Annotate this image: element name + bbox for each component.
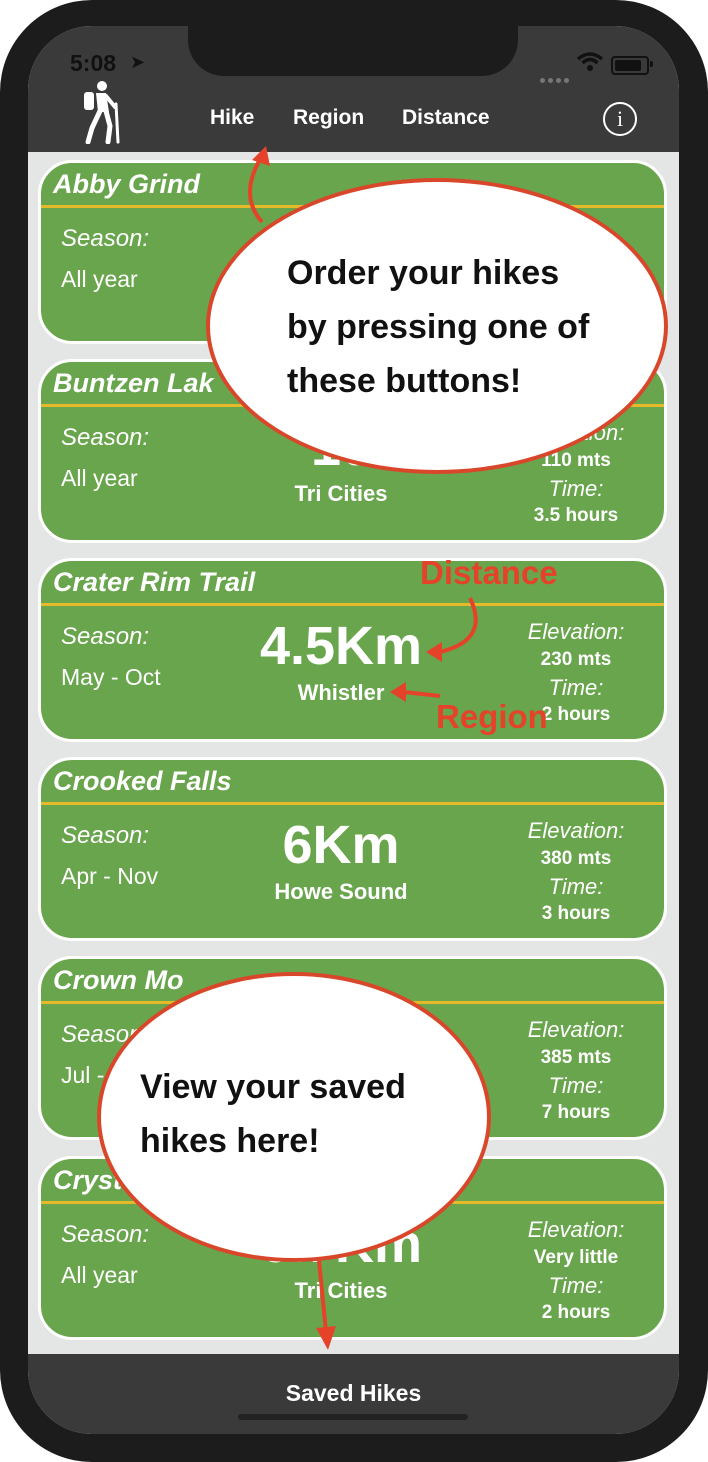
region-value: Tri Cities [294,481,388,506]
hike-card[interactable]: Cryst Season: All year 6.7Km Tri Cities … [38,1156,667,1340]
season-label: Season: [61,623,150,650]
hike-title: Crooked Falls [53,766,232,796]
elevation-label: Elevation: [527,818,625,843]
tab-bar: Saved Hikes [28,1354,679,1434]
elevation-value: 380 mts [540,848,612,869]
season-value: Apr - Nov [61,863,159,889]
hike-card[interactable]: Crater Rim Trail Season: May - Oct 4.5Km… [38,558,667,742]
elevation-value: 230 mts [540,649,612,670]
cell-signal-icon [540,70,580,83]
hike-card[interactable]: Buntzen Lak Season: All year 10 Tri Citi… [38,359,667,543]
season-value: All year [61,266,138,292]
hike-card[interactable]: Crooked Falls Season: Apr - Nov 6Km Howe… [38,757,667,941]
region-value: Tri Cities [294,1278,388,1303]
hiker-icon [84,81,120,144]
distance-value: 6Km [282,815,400,875]
card-divider [41,404,664,407]
distance-value: 4.5Km [259,616,423,676]
status-time: 5:08 [70,50,117,76]
elevation-label: Elevation: [527,420,625,445]
hike-title: Crown Mo [53,965,184,995]
distance-value: 10 [310,417,372,477]
season-label: Season: [61,822,150,849]
hike-title: Cryst [53,1165,123,1195]
distance-value: 6.7Km [259,1214,423,1274]
hike-card[interactable]: Abby Grind Season: All year [38,160,667,344]
sort-hike-button[interactable]: Hike [210,106,254,130]
season-value: All year [61,1262,138,1288]
phone-frame: 5:08 ➤ Hike Region Distance i Abby Grind… [0,0,708,1462]
elevation-value: 110 mts [541,450,611,471]
time-value: 7 hours [541,1102,611,1123]
elevation-label: Elevation: [527,1017,625,1042]
card-divider [41,1001,664,1004]
time-label: Time: [548,1273,604,1298]
battery-icon [611,56,649,75]
elevation-label: Elevation: [527,619,625,644]
info-icon[interactable]: i [603,102,637,136]
wifi-icon [576,52,604,71]
elevation-value: 385 mts [540,1047,612,1068]
time-value: 2 hours [541,704,611,725]
hike-title: Abby Grind [53,169,200,199]
hike-card[interactable]: Crown Mo Season: Jul - Elevation: 385 mt… [38,956,667,1140]
elevation-value: Very little [533,1247,619,1268]
time-label: Time: [548,675,604,700]
time-value: 3.5 hours [533,505,619,526]
season-label: Season: [61,225,150,252]
sort-region-button[interactable]: Region [293,106,364,130]
battery-tip [650,61,653,67]
notch [188,26,518,76]
region-value: Whistler [297,680,385,705]
season-label: Season: [61,1221,150,1248]
season-label: Season: [61,424,150,451]
sort-distance-button[interactable]: Distance [402,106,490,130]
time-value: 2 hours [541,1302,611,1323]
card-divider [41,205,664,208]
saved-hikes-button[interactable]: Saved Hikes [28,1380,679,1407]
home-indicator[interactable] [238,1414,468,1420]
hike-title: Crater Rim Trail [53,567,256,597]
card-divider [41,603,664,606]
time-label: Time: [548,874,604,899]
region-value: Howe Sound [274,879,408,904]
app-screen: 5:08 ➤ Hike Region Distance i Abby Grind… [28,26,679,1434]
card-divider [41,802,664,805]
time-value: 3 hours [541,903,611,924]
elevation-label: Elevation: [527,1217,625,1242]
card-divider [41,1201,664,1204]
season-value: Jul - [61,1062,105,1088]
season-label: Season: [61,1021,150,1048]
time-label: Time: [548,476,604,501]
season-value: All year [61,465,138,491]
season-value: May - Oct [61,664,161,690]
time-label: Time: [548,1073,604,1098]
hike-title: Buntzen Lak [53,368,214,398]
location-arrow-icon: ➤ [130,52,146,72]
